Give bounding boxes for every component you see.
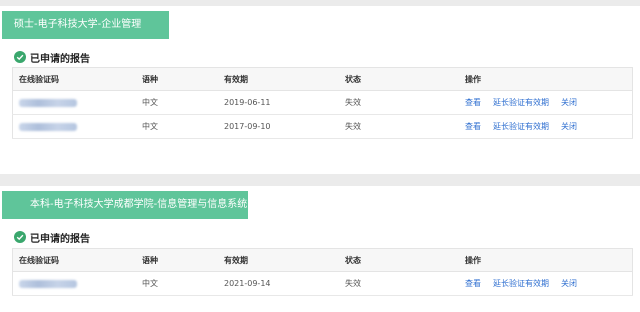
- verification-code-cell: [12, 90, 136, 115]
- header-status: 状态: [339, 67, 459, 91]
- validity-cell: 2021-09-14: [218, 271, 339, 296]
- degree-card: 本科-电子科技大学成都学院-信息管理与信息系统 已申请的报告 在线验证码 语种 …: [0, 186, 640, 312]
- table-header-row: 在线验证码 语种 有效期 状态 操作: [12, 67, 633, 91]
- table-row: 中文 2019-06-11 失效 查看 延长验证有效期 关闭: [12, 90, 633, 115]
- language-cell: 中文: [136, 271, 218, 296]
- section-title: 已申请的报告: [14, 50, 90, 65]
- status-cell: 失效: [339, 90, 459, 115]
- language-cell: 中文: [136, 114, 218, 139]
- section-title-text: 已申请的报告: [30, 233, 90, 245]
- language-cell: 中文: [136, 90, 218, 115]
- verification-code-cell: [12, 114, 136, 139]
- view-link[interactable]: 查看: [465, 279, 481, 288]
- report-table: 在线验证码 语种 有效期 状态 操作 中文 2021-09-14 失效 查看 延长…: [12, 248, 633, 296]
- header-validity: 有效期: [218, 67, 339, 91]
- close-link[interactable]: 关闭: [561, 98, 577, 107]
- check-circle-icon: [14, 51, 26, 63]
- status-cell: 失效: [339, 271, 459, 296]
- actions-cell: 查看 延长验证有效期 关闭: [459, 90, 633, 115]
- report-table: 在线验证码 语种 有效期 状态 操作 中文 2019-06-11 失效 查看延长…: [12, 67, 633, 139]
- section-title-text: 已申请的报告: [30, 53, 90, 65]
- close-link[interactable]: 关闭: [561, 279, 577, 288]
- validity-cell: 2019-06-11: [218, 90, 339, 115]
- header-code: 在线验证码: [12, 248, 136, 272]
- header-actions: 操作: [459, 248, 633, 272]
- close-link[interactable]: 关闭: [561, 122, 577, 131]
- blurred-code: [19, 122, 77, 131]
- degree-card: 硕士-电子科技大学-企业管理 已申请的报告 在线验证码 语种 有效期 状态 操作…: [0, 6, 640, 174]
- verification-code-cell: [12, 271, 136, 296]
- validity-cell: 2017-09-10: [218, 114, 339, 139]
- header-status: 状态: [339, 248, 459, 272]
- header-language: 语种: [136, 248, 218, 272]
- actions-cell: 查看 延长验证有效期 关闭: [459, 114, 633, 139]
- status-cell: 失效: [339, 114, 459, 139]
- actions-cell: 查看 延长验证有效期 关闭: [459, 271, 633, 296]
- view-link[interactable]: 查看: [465, 122, 481, 131]
- degree-banner: 硕士-电子科技大学-企业管理: [2, 11, 169, 39]
- blurred-code: [19, 98, 77, 107]
- header-language: 语种: [136, 67, 218, 91]
- table-header-row: 在线验证码 语种 有效期 状态 操作: [12, 248, 633, 272]
- blurred-code: [19, 279, 77, 288]
- header-actions: 操作: [459, 67, 633, 91]
- view-link[interactable]: 查看: [465, 98, 481, 107]
- extend-validity-link[interactable]: 延长验证有效期: [493, 98, 549, 107]
- degree-banner: 本科-电子科技大学成都学院-信息管理与信息系统: [2, 191, 248, 219]
- header-validity: 有效期: [218, 248, 339, 272]
- check-circle-icon: [14, 231, 26, 243]
- table-row: 中文 2021-09-14 失效 查看 延长验证有效期 关闭: [12, 271, 633, 296]
- section-title: 已申请的报告: [14, 230, 90, 245]
- header-code: 在线验证码: [12, 67, 136, 91]
- extend-validity-link[interactable]: 延长验证有效期: [493, 279, 549, 288]
- extend-validity-link[interactable]: 延长验证有效期: [493, 122, 549, 131]
- table-row: 中文 2017-09-10 失效 查看 延长验证有效期 关闭: [12, 114, 633, 139]
